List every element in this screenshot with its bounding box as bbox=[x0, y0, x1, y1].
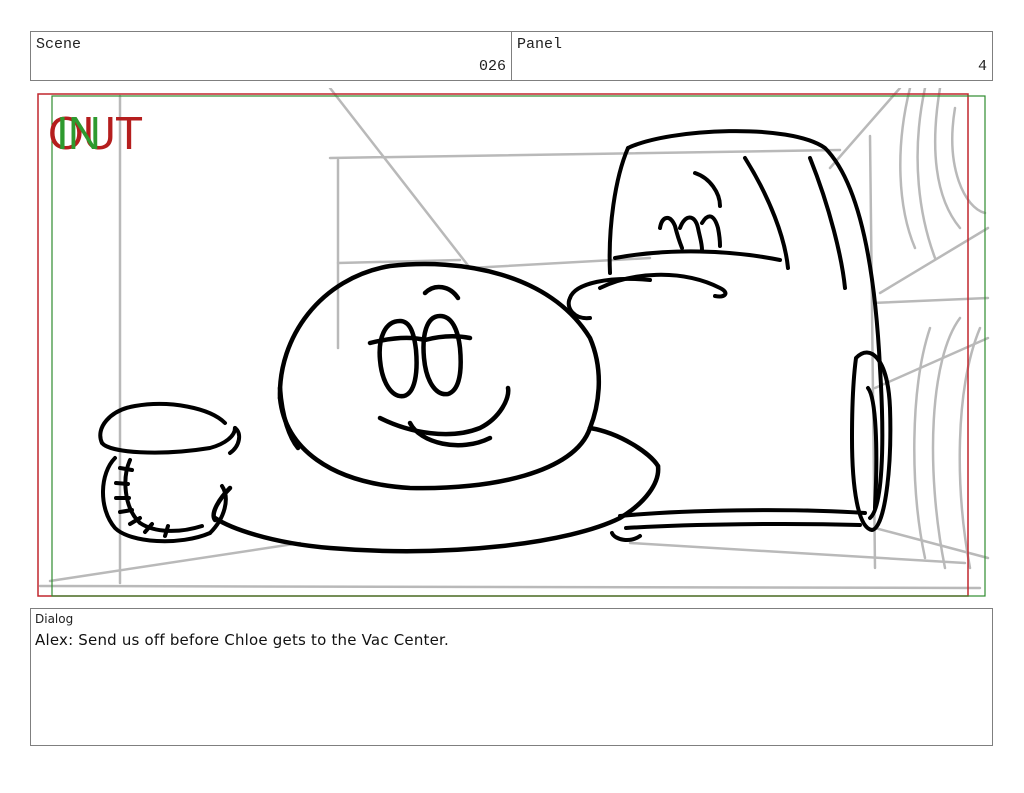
storyboard-panel-drawing: OUT IN bbox=[30, 88, 993, 600]
scene-number: 026 bbox=[478, 58, 506, 75]
dialog-box: Dialog Alex: Send us off before Chloe ge… bbox=[30, 608, 993, 746]
out-frame-border bbox=[37, 93, 969, 597]
storyboard-header: Scene 026 Panel 4 bbox=[30, 31, 993, 81]
blob-character bbox=[211, 261, 661, 554]
in-marker: IN bbox=[56, 107, 101, 159]
scene-cell: Scene 026 bbox=[31, 32, 511, 80]
in-out-marker: OUT IN bbox=[48, 108, 188, 158]
scene-label: Scene bbox=[36, 36, 82, 53]
vacuum-canister bbox=[566, 129, 893, 542]
panel-sketch bbox=[37, 88, 990, 597]
in-frame-border bbox=[51, 95, 986, 597]
dialog-label: Dialog bbox=[35, 612, 74, 626]
panel-cell: Panel 4 bbox=[511, 32, 992, 80]
panel-label: Panel bbox=[517, 36, 563, 53]
dialog-text: Alex: Send us off before Chloe gets to t… bbox=[35, 631, 450, 649]
panel-number: 4 bbox=[977, 58, 987, 75]
